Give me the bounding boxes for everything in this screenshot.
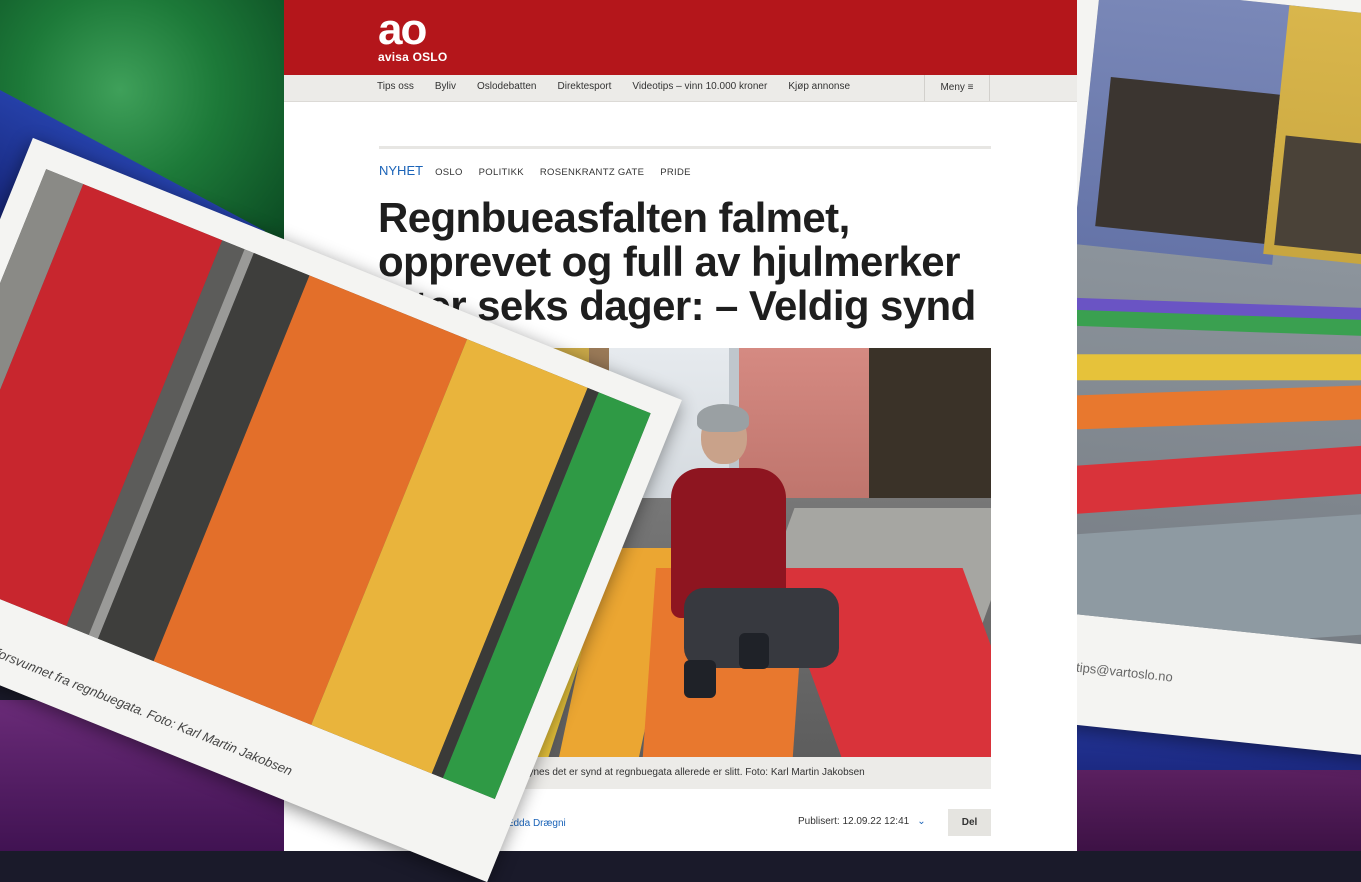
logo-mark: ao bbox=[378, 5, 427, 54]
published-text: Publisert: 12.09.22 12:41 bbox=[798, 816, 910, 827]
site-header: ao avisa OSLO bbox=[284, 0, 1077, 75]
published-date[interactable]: Publisert: 12.09.22 12:41 ⌄ bbox=[798, 816, 926, 827]
right-street-photo bbox=[1034, 0, 1361, 648]
menu-button[interactable]: Meny ≡ bbox=[924, 75, 990, 101]
top-nav: Tips oss Byliv Oslodebatten Direktesport… bbox=[284, 75, 1077, 102]
nav-item-kjop-annonse[interactable]: Kjøp annonse bbox=[788, 75, 850, 99]
flag-purple-right bbox=[1061, 770, 1361, 851]
share-button[interactable]: Del bbox=[948, 809, 991, 836]
article-tags: NYHET OSLO POLITIKK ROSENKRANTZ GATE PRI… bbox=[379, 163, 707, 178]
tag-politikk[interactable]: POLITIKK bbox=[479, 167, 524, 178]
byline-author-2[interactable]: Edda Drægni bbox=[507, 818, 566, 829]
tag-nyhet[interactable]: NYHET bbox=[379, 163, 423, 178]
nav-item-oslodebatten[interactable]: Oslodebatten bbox=[477, 75, 537, 99]
divider bbox=[379, 146, 991, 149]
site-logo[interactable]: ao avisa OSLO bbox=[378, 5, 448, 65]
nav-item-direktesport[interactable]: Direktesport bbox=[558, 75, 612, 99]
tag-oslo[interactable]: OSLO bbox=[435, 167, 463, 178]
chevron-down-icon[interactable]: ⌄ bbox=[917, 816, 925, 827]
nav-item-videotips[interactable]: Videotips – vinn 10.000 kroner bbox=[632, 75, 767, 99]
tag-pride[interactable]: PRIDE bbox=[660, 167, 691, 178]
tag-rosenkrantz-gate[interactable]: ROSENKRANTZ GATE bbox=[540, 167, 644, 178]
logo-text: avisa OSLO bbox=[378, 50, 448, 64]
nav-item-tips[interactable]: Tips oss bbox=[377, 75, 414, 99]
nav-item-byliv[interactable]: Byliv bbox=[435, 75, 456, 99]
article-headline: Regnbueasfalten falmet, opprevet og full… bbox=[378, 194, 976, 329]
